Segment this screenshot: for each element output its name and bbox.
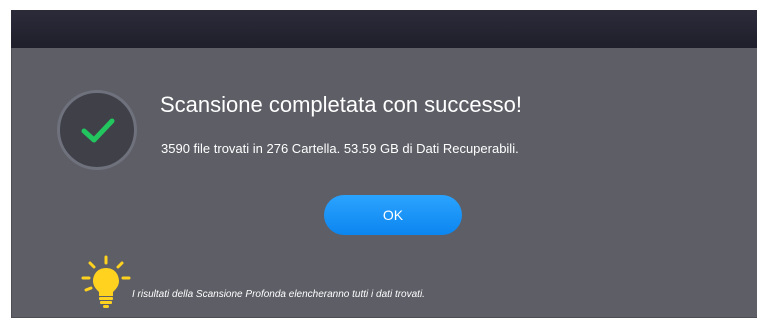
tip-text: I risultati della Scansione Profonda ele… — [132, 289, 425, 300]
screen: Scansione completata con successo! 3590 … — [0, 0, 757, 330]
success-badge — [57, 90, 137, 170]
dialog-title: Scansione completata con successo! — [160, 92, 522, 117]
window-titlebar — [11, 10, 757, 48]
scan-complete-dialog: Scansione completata con successo! 3590 … — [11, 48, 757, 318]
scan-summary-text: 3590 file trovati in 276 Cartella. 53.59… — [161, 141, 519, 156]
ok-button[interactable]: OK — [324, 195, 462, 235]
lightbulb-icon — [81, 255, 131, 308]
checkmark-icon — [81, 118, 115, 143]
